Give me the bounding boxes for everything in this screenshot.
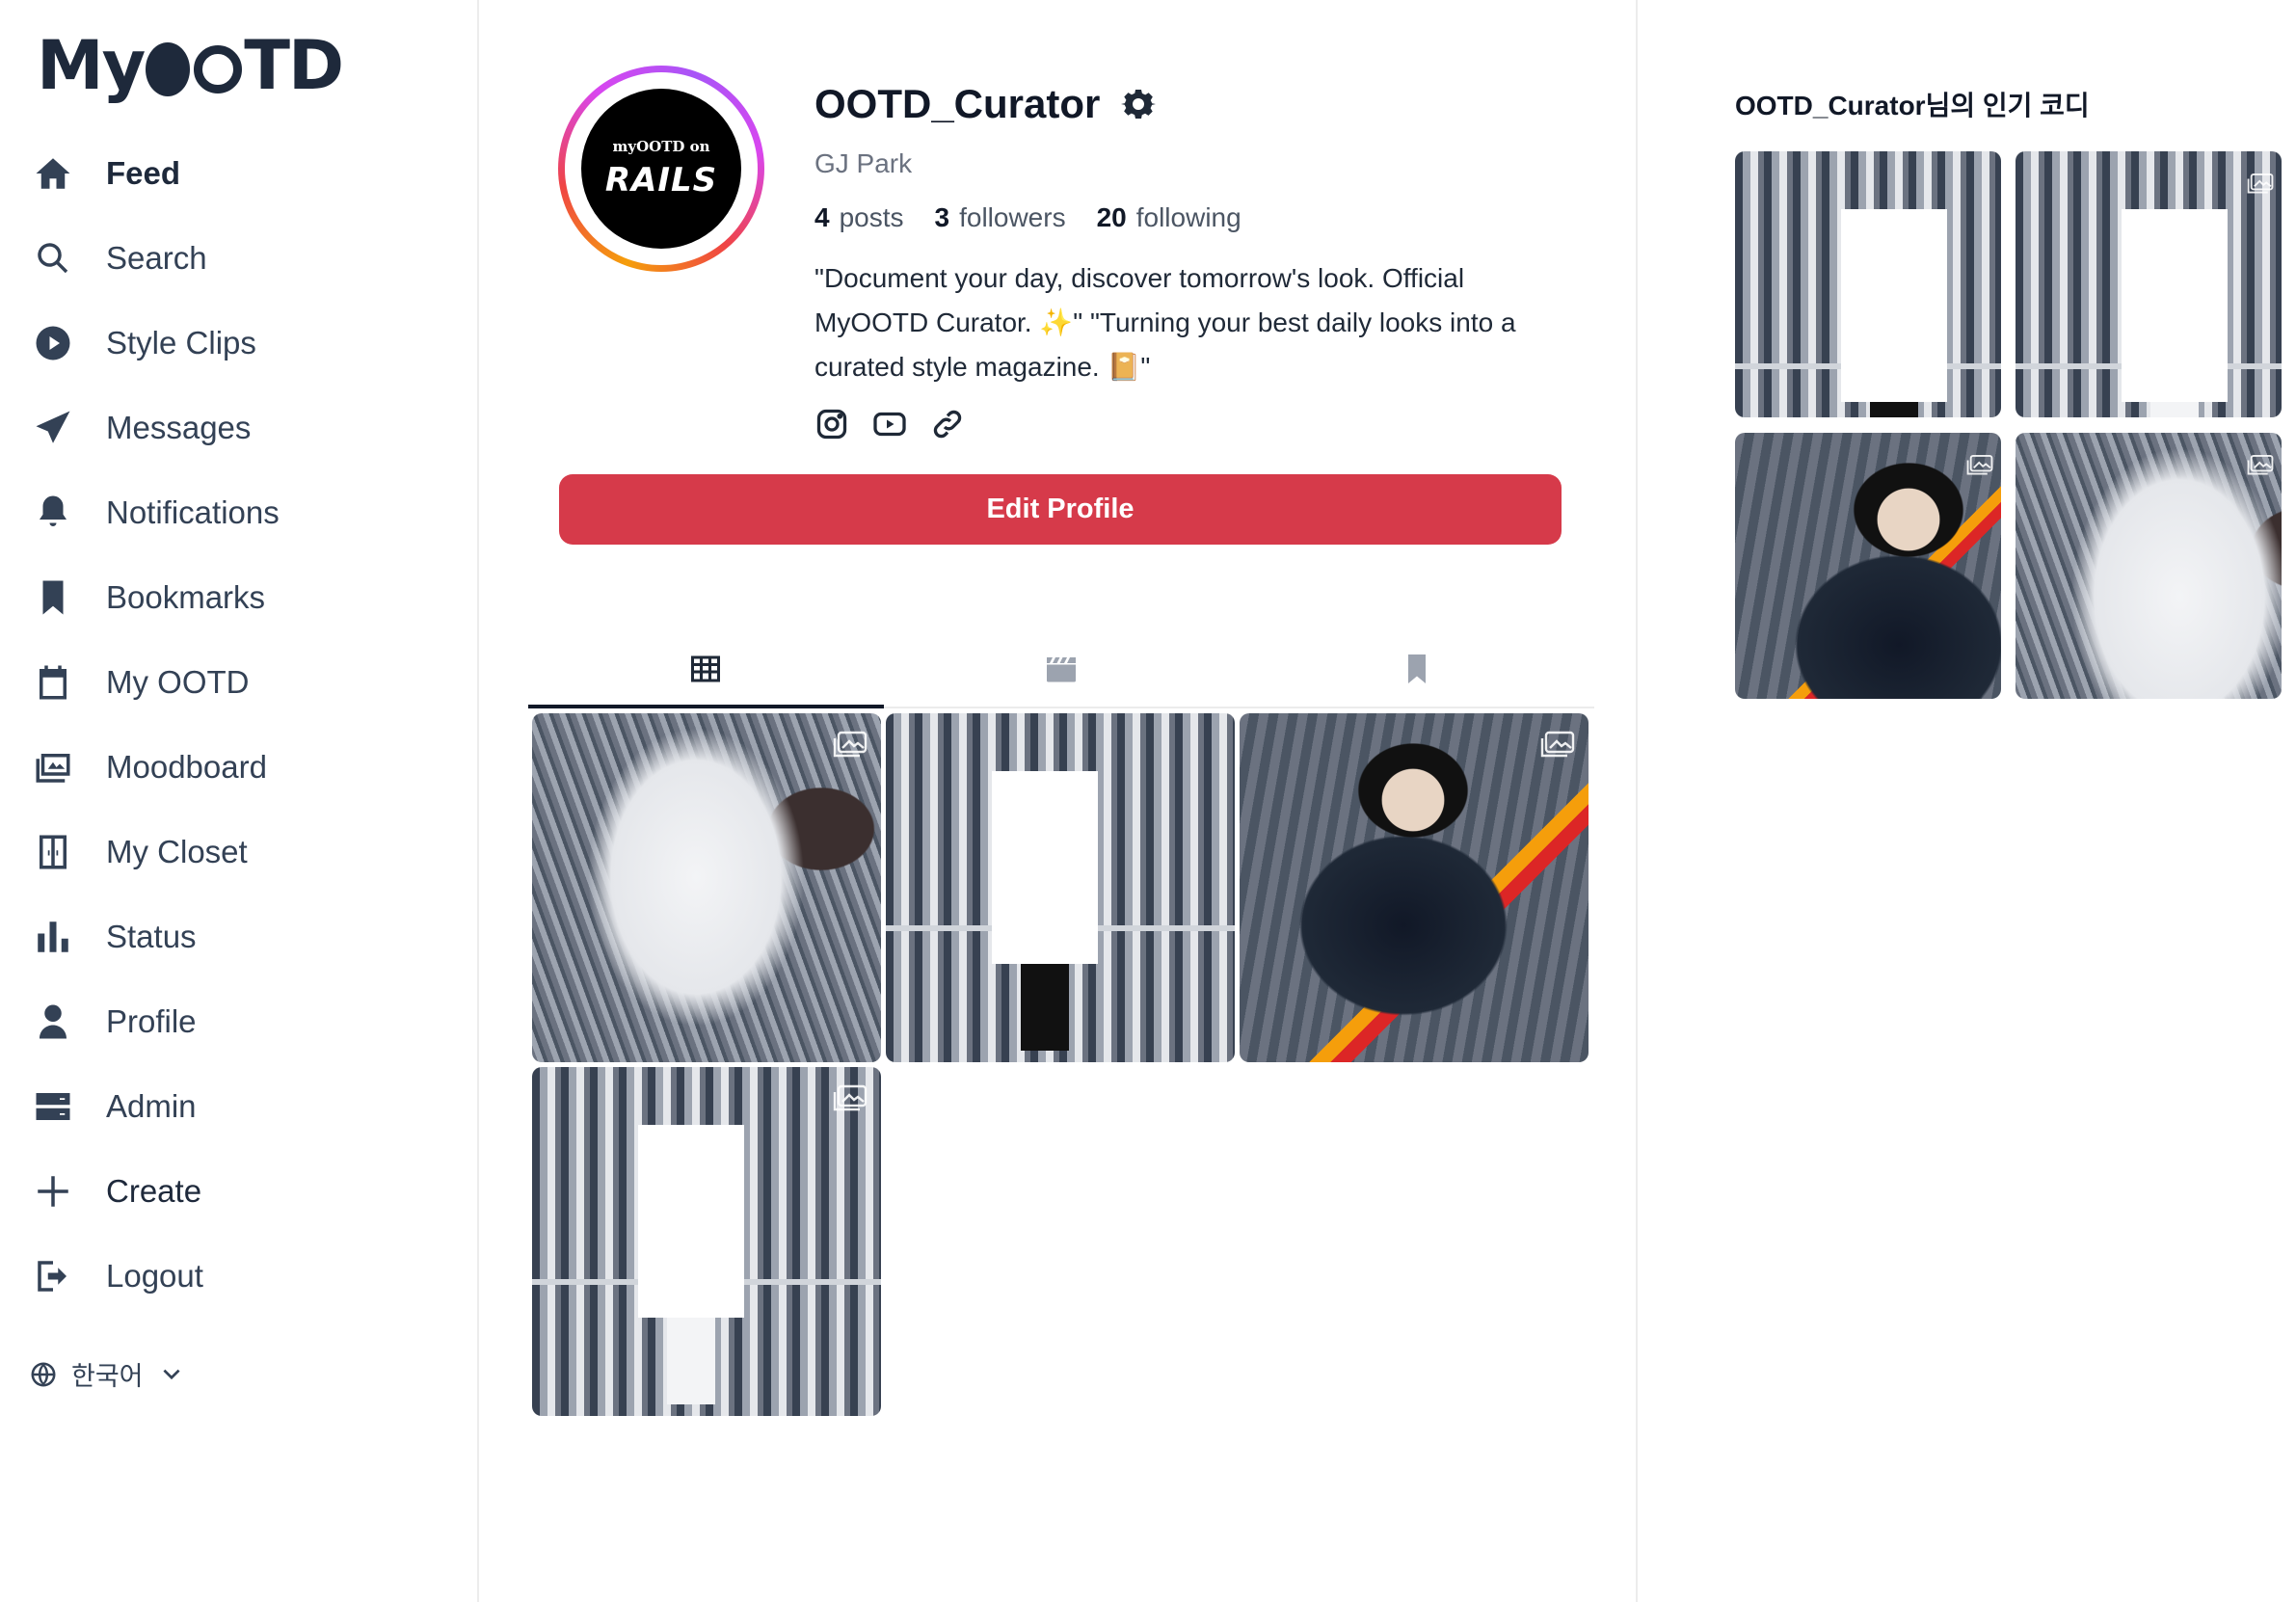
gear-icon[interactable] (1121, 87, 1157, 121)
avatar-text-bottom: RAILS (604, 161, 718, 200)
sidebar-item-admin[interactable]: Admin (29, 1064, 453, 1149)
sidebar-item-moodboard[interactable]: Moodboard (29, 725, 453, 810)
bell-icon (29, 489, 77, 537)
sidebar-item-label: Search (106, 240, 207, 276)
main-nav: Feed Search Style Clips Messages Notific… (29, 131, 453, 1319)
popular-look-thumbnail[interactable] (1735, 151, 2001, 417)
user-icon (29, 998, 77, 1046)
logout-icon (29, 1252, 77, 1300)
posts-stat[interactable]: 4 posts (814, 202, 904, 233)
youtube-icon[interactable] (872, 407, 907, 441)
sidebar-item-messages[interactable]: Messages (29, 386, 453, 470)
image-post-icon (833, 1084, 868, 1113)
bar-chart-icon (29, 913, 77, 961)
following-count: 20 (1096, 202, 1127, 232)
posts-label: posts (839, 202, 904, 232)
sidebar-item-status[interactable]: Status (29, 894, 453, 979)
language-selector[interactable]: 한국어 (29, 1355, 198, 1393)
sidebar-item-label: Moodboard (106, 749, 267, 785)
followers-label: followers (959, 202, 1066, 232)
sidebar-item-logout[interactable]: Logout (29, 1234, 453, 1319)
tab-clips[interactable] (884, 631, 1240, 707)
sidebar-item-label: Logout (106, 1258, 203, 1294)
globe-icon (31, 1362, 56, 1386)
post-thumbnail[interactable] (886, 713, 1235, 1062)
grid-icon (691, 655, 721, 682)
posts-count: 4 (814, 202, 830, 232)
popular-look-thumbnail[interactable] (1735, 433, 2001, 699)
followers-stat[interactable]: 3 followers (935, 202, 1066, 233)
sidebar-item-search[interactable]: Search (29, 216, 453, 301)
tab-posts-grid[interactable] (528, 631, 884, 708)
home-icon (29, 149, 77, 198)
username: OOTD_Curator (814, 81, 1101, 126)
post-thumbnail[interactable] (532, 1067, 881, 1416)
sidebar-item-label: Messages (106, 410, 252, 445)
image-post-icon (2247, 454, 2274, 482)
social-links (814, 407, 988, 441)
sidebar-item-label: Notifications (106, 494, 280, 530)
bookmark-icon (1407, 654, 1426, 683)
post-thumbnail[interactable] (532, 713, 881, 1062)
search-icon (29, 234, 77, 282)
image-post-icon (833, 731, 868, 760)
followers-count: 3 (934, 202, 950, 232)
sidebar: My TD Feed Search Style Clips Messages No… (0, 0, 479, 1602)
chevron-down-icon (162, 1369, 180, 1379)
image-post-icon (2247, 173, 2274, 200)
profile-bio: "Document your day, discover tomorrow's … (814, 263, 1516, 382)
app-logo[interactable]: My TD (37, 26, 344, 105)
image-post-icon (1966, 454, 1993, 482)
profile-tabs (528, 631, 1594, 708)
language-label: 한국어 (71, 1362, 144, 1391)
tab-saved[interactable] (1239, 631, 1594, 707)
sidebar-item-style-clips[interactable]: Style Clips (29, 301, 453, 386)
avatar-text-top: myOOTD on (612, 138, 710, 155)
profile-stats: 4 posts 3 followers 20 following (814, 202, 1272, 233)
sidebar-item-feed[interactable]: Feed (29, 131, 453, 216)
following-stat[interactable]: 20 following (1097, 202, 1241, 233)
paper-plane-icon (29, 404, 77, 452)
instagram-icon[interactable] (814, 407, 849, 441)
popular-look-thumbnail[interactable] (2016, 433, 2282, 699)
clapperboard-icon (1047, 657, 1076, 682)
logo-figure-icon (146, 42, 191, 96)
sidebar-item-profile[interactable]: Profile (29, 979, 453, 1064)
post-thumbnail[interactable] (1240, 713, 1589, 1062)
sidebar-item-label: My Closet (106, 834, 248, 869)
sidebar-item-label: Bookmarks (106, 579, 266, 615)
posts-grid (532, 713, 1594, 1416)
avatar[interactable]: myOOTD on RAILS (558, 66, 764, 272)
link-icon[interactable] (930, 407, 965, 441)
calendar-icon (29, 658, 77, 707)
sidebar-item-label: My OOTD (106, 664, 250, 700)
following-label: following (1135, 202, 1241, 232)
image-post-icon (1540, 731, 1575, 760)
play-circle-icon (29, 319, 77, 367)
bookmark-icon (29, 574, 77, 622)
username-row: OOTD_Curator (814, 81, 1157, 127)
sidebar-item-notifications[interactable]: Notifications (29, 470, 453, 555)
profile-main: myOOTD on RAILS OOTD_Curator GJ Park 4 po… (481, 0, 1638, 1602)
popular-look-thumbnail[interactable] (2016, 151, 2282, 417)
sidebar-item-label: Feed (106, 155, 181, 191)
sidebar-item-bookmarks[interactable]: Bookmarks (29, 555, 453, 640)
sidebar-item-my-closet[interactable]: My Closet (29, 810, 453, 894)
full-name: GJ Park (814, 148, 913, 178)
logo-camera-icon (194, 45, 243, 93)
images-icon (29, 743, 77, 791)
popular-looks-grid (1735, 151, 2282, 699)
closet-icon (29, 828, 77, 876)
sidebar-item-label: Profile (106, 1003, 197, 1039)
popular-looks-title: OOTD_Curator님의 인기 코디 (1735, 91, 2090, 120)
sidebar-item-create[interactable]: Create (29, 1149, 453, 1234)
edit-profile-button[interactable]: Edit Profile (559, 474, 1562, 545)
server-icon (29, 1082, 77, 1131)
sidebar-item-my-ootd[interactable]: My OOTD (29, 640, 453, 725)
sidebar-item-label: Admin (106, 1088, 197, 1124)
plus-icon (29, 1167, 77, 1215)
sidebar-item-label: Create (106, 1173, 202, 1209)
sidebar-item-label: Status (106, 919, 197, 954)
sidebar-item-label: Style Clips (106, 325, 256, 360)
